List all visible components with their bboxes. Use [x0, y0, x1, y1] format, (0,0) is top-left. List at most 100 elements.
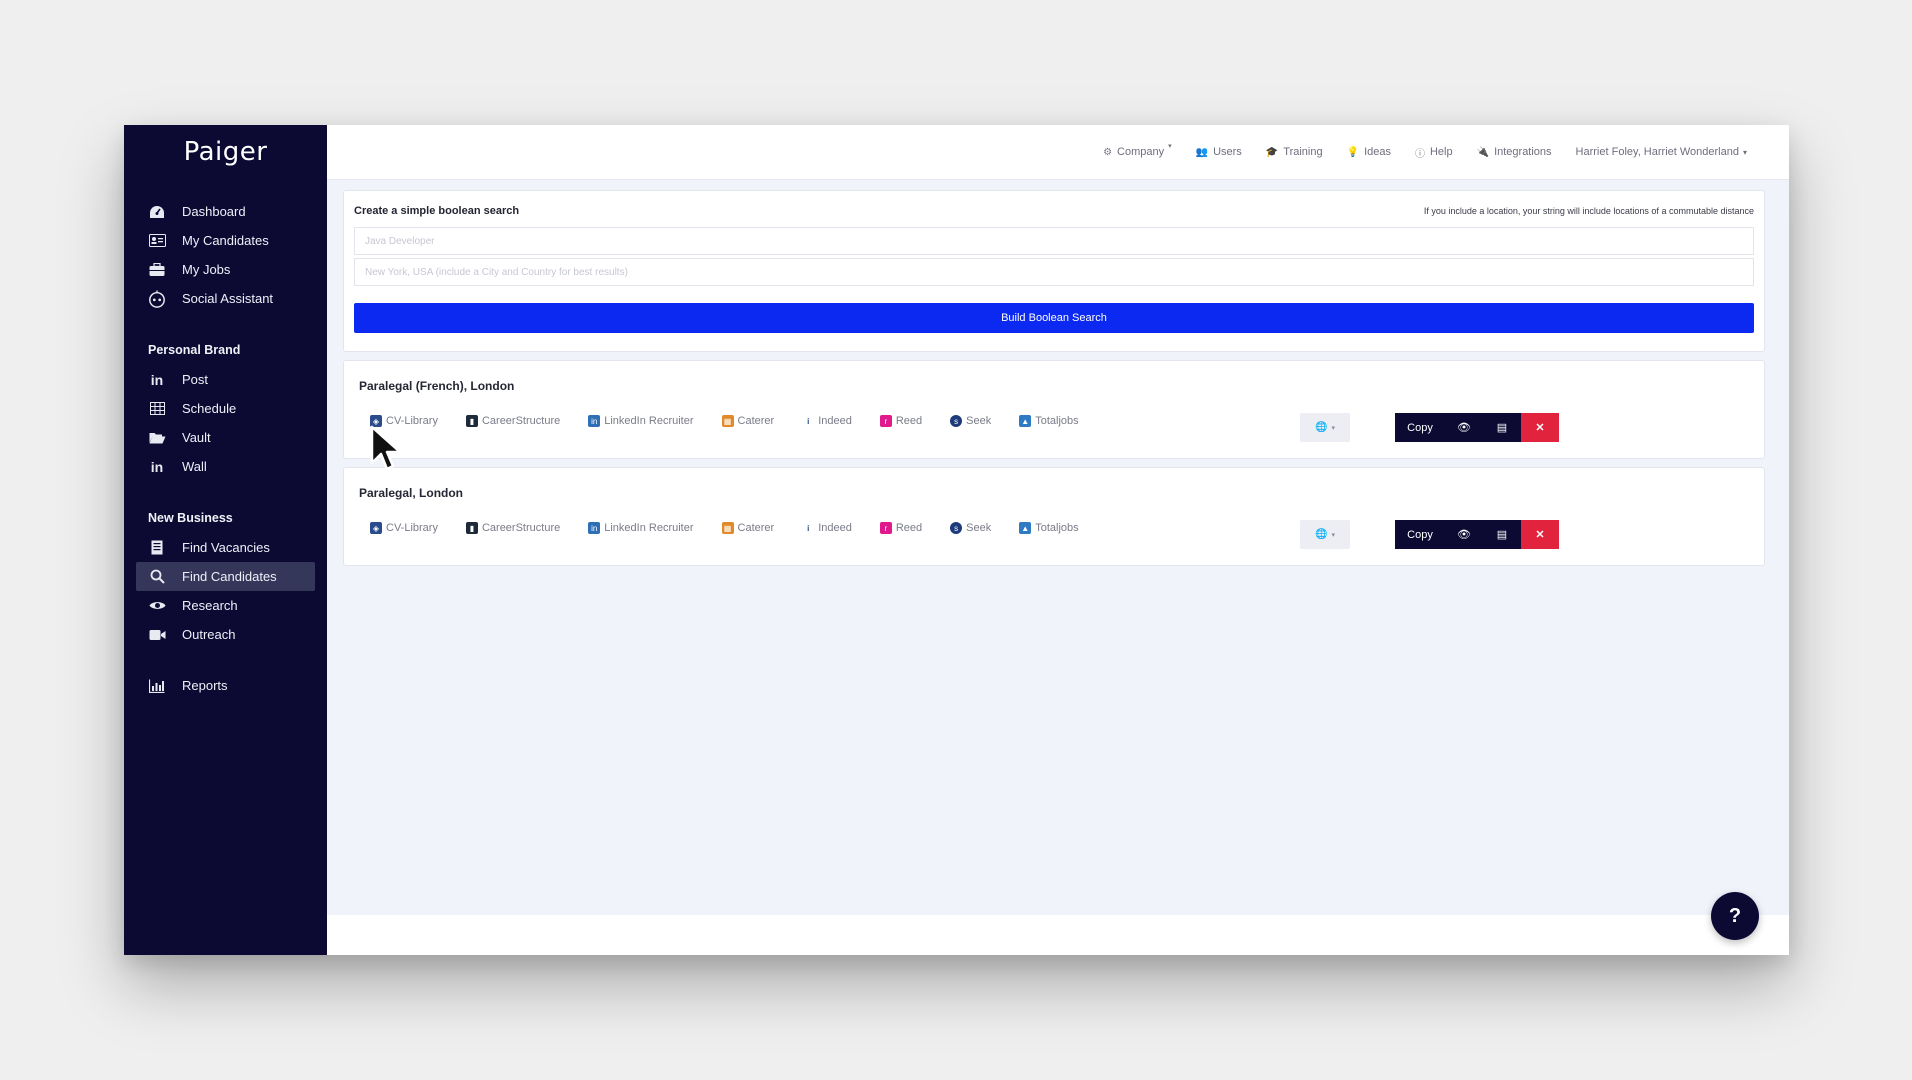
delete-button[interactable]: ✕ — [1521, 413, 1559, 442]
account-menu[interactable]: Harriet Foley, Harriet Wonderland ▾ — [1576, 146, 1747, 158]
result-title: Paralegal (French), London — [359, 379, 515, 393]
board-seek[interactable]: s Seek — [950, 522, 991, 534]
seek-icon: s — [950, 522, 963, 534]
board-careerstructure[interactable]: ▮ CareerStructure — [465, 522, 561, 534]
company-menu[interactable]: ⚙ Company ▾ — [1103, 143, 1172, 158]
chat-help-button[interactable]: ? — [1711, 892, 1759, 940]
view-button[interactable]: 👁 — [1445, 520, 1483, 549]
plug-icon: 🔌 — [1476, 146, 1490, 158]
save-button[interactable]: ▤ — [1483, 413, 1521, 442]
sidebar-item-post[interactable]: in Post — [136, 365, 315, 394]
close-icon: ✕ — [1535, 529, 1545, 541]
copy-button[interactable]: Copy — [1395, 520, 1445, 549]
reports-nav: Reports — [124, 671, 327, 700]
sidebar-item-label: Wall — [182, 459, 207, 474]
users-icon: 👥 — [1195, 146, 1209, 158]
lightbulb-icon: 💡 — [1346, 146, 1360, 158]
ideas-link[interactable]: 💡 Ideas — [1347, 146, 1391, 158]
document-icon: ▤ — [1496, 529, 1508, 541]
training-link[interactable]: 🎓 Training — [1266, 146, 1323, 158]
board-label: Seek — [966, 415, 992, 427]
eye-icon — [148, 597, 166, 615]
company-label: Company — [1117, 146, 1165, 158]
graduation-cap-icon: 🎓 — [1265, 146, 1279, 158]
sidebar-item-find-candidates[interactable]: Find Candidates — [136, 562, 315, 591]
linkedin-icon: in — [588, 522, 601, 534]
robot-icon — [148, 289, 166, 308]
totaljobs-icon: ▲ — [1019, 522, 1032, 534]
sidebar-item-find-vacancies[interactable]: Find Vacancies — [136, 533, 315, 562]
result-card: Paralegal, London ◈ CV-Library ▮ CareerS… — [343, 467, 1765, 566]
sidebar-item-social-assistant[interactable]: Social Assistant — [136, 284, 315, 313]
board-label: Totaljobs — [1035, 415, 1079, 427]
board-indeed[interactable]: i Indeed — [802, 415, 852, 427]
account-label: Harriet Foley, Harriet Wonderland — [1575, 146, 1739, 158]
delete-button[interactable]: ✕ — [1521, 520, 1559, 549]
board-seek[interactable]: s Seek — [950, 415, 991, 427]
folder-open-icon — [148, 429, 166, 447]
app-window: Paiger Dashboard My Candidates My Jobs S… — [124, 125, 1789, 955]
document-icon — [148, 539, 166, 557]
linkedin-icon: in — [588, 415, 601, 427]
board-label: CareerStructure — [481, 415, 561, 427]
copy-button[interactable]: Copy — [1395, 413, 1445, 442]
board-totaljobs[interactable]: ▲ Totaljobs — [1019, 415, 1079, 427]
content: Create a simple boolean search If you in… — [327, 180, 1789, 566]
dashboard-icon — [148, 203, 166, 221]
main-area: ⚙ Company ▾ 👥 Users 🎓 Training 💡 Ideas ⓘ… — [327, 125, 1789, 955]
save-button[interactable]: ▤ — [1483, 520, 1521, 549]
caret-icon: ▾ — [1168, 143, 1172, 150]
search-icon — [148, 568, 166, 586]
sidebar-item-wall[interactable]: in Wall — [136, 452, 315, 481]
board-caterer[interactable]: ▦ Caterer — [721, 522, 774, 534]
help-link[interactable]: ⓘ Help — [1415, 145, 1453, 160]
main-nav: Dashboard My Candidates My Jobs Social A… — [124, 197, 327, 313]
sidebar-item-my-jobs[interactable]: My Jobs — [136, 255, 315, 284]
board-caterer[interactable]: ▦ Caterer — [721, 415, 775, 427]
sidebar-item-label: Reports — [182, 678, 228, 693]
globe-icon: 🌐 — [1315, 422, 1328, 433]
board-reed[interactable]: r Reed — [879, 522, 922, 534]
sidebar-item-schedule[interactable]: Schedule — [136, 394, 315, 423]
users-link[interactable]: 👥 Users — [1196, 146, 1242, 158]
result-card: Paralegal (French), London ◈ CV-Library … — [343, 360, 1765, 459]
sidebar-item-research[interactable]: Research — [136, 591, 315, 620]
location-dropdown[interactable]: 🌐 ▾ — [1300, 413, 1350, 442]
briefcase-icon — [148, 261, 166, 279]
search-title: Create a simple boolean search — [354, 205, 520, 217]
board-reed[interactable]: r Reed — [879, 415, 922, 427]
ideas-label: Ideas — [1364, 146, 1391, 158]
board-careerstructure[interactable]: ▮ CareerStructure — [465, 415, 561, 427]
board-label: CareerStructure — [481, 522, 561, 534]
logo[interactable]: Paiger — [124, 125, 327, 197]
build-boolean-search-button[interactable]: Build Boolean Search — [354, 303, 1754, 333]
close-icon: ✕ — [1535, 422, 1545, 434]
sidebar-item-reports[interactable]: Reports — [136, 671, 315, 700]
board-linkedin-recruiter[interactable]: in LinkedIn Recruiter — [588, 415, 694, 427]
board-cv-library[interactable]: ◈ CV-Library — [370, 522, 438, 534]
reed-icon: r — [879, 415, 892, 427]
chevron-down-icon: ▾ — [1331, 531, 1335, 539]
board-indeed[interactable]: i Indeed — [802, 522, 852, 534]
integrations-link[interactable]: 🔌 Integrations — [1477, 146, 1552, 158]
sidebar-item-outreach[interactable]: Outreach — [136, 620, 315, 649]
sidebar: Paiger Dashboard My Candidates My Jobs S… — [124, 125, 327, 955]
location-dropdown[interactable]: 🌐 ▾ — [1300, 520, 1350, 549]
sidebar-item-my-candidates[interactable]: My Candidates — [136, 226, 315, 255]
help-chat-icon: ? — [1728, 904, 1742, 927]
job-title-input[interactable]: Java Developer — [354, 227, 1754, 255]
view-button[interactable]: 👁 — [1445, 413, 1483, 442]
sidebar-item-vault[interactable]: Vault — [136, 423, 315, 452]
sidebar-item-dashboard[interactable]: Dashboard — [136, 197, 315, 226]
careerstructure-icon: ▮ — [465, 415, 478, 427]
board-label: Caterer — [737, 415, 775, 427]
board-label: LinkedIn Recruiter — [604, 522, 694, 534]
location-input[interactable]: New York, USA (include a City and Countr… — [354, 258, 1754, 286]
board-linkedin-recruiter[interactable]: in LinkedIn Recruiter — [588, 522, 694, 534]
help-label: Help — [1429, 146, 1453, 158]
eye-icon: 👁 — [1457, 422, 1471, 434]
result-title: Paralegal, London — [359, 486, 464, 500]
sidebar-item-label: Vault — [182, 430, 211, 445]
board-totaljobs[interactable]: ▲ Totaljobs — [1019, 522, 1079, 534]
gear-icon: ⚙ — [1103, 146, 1113, 158]
